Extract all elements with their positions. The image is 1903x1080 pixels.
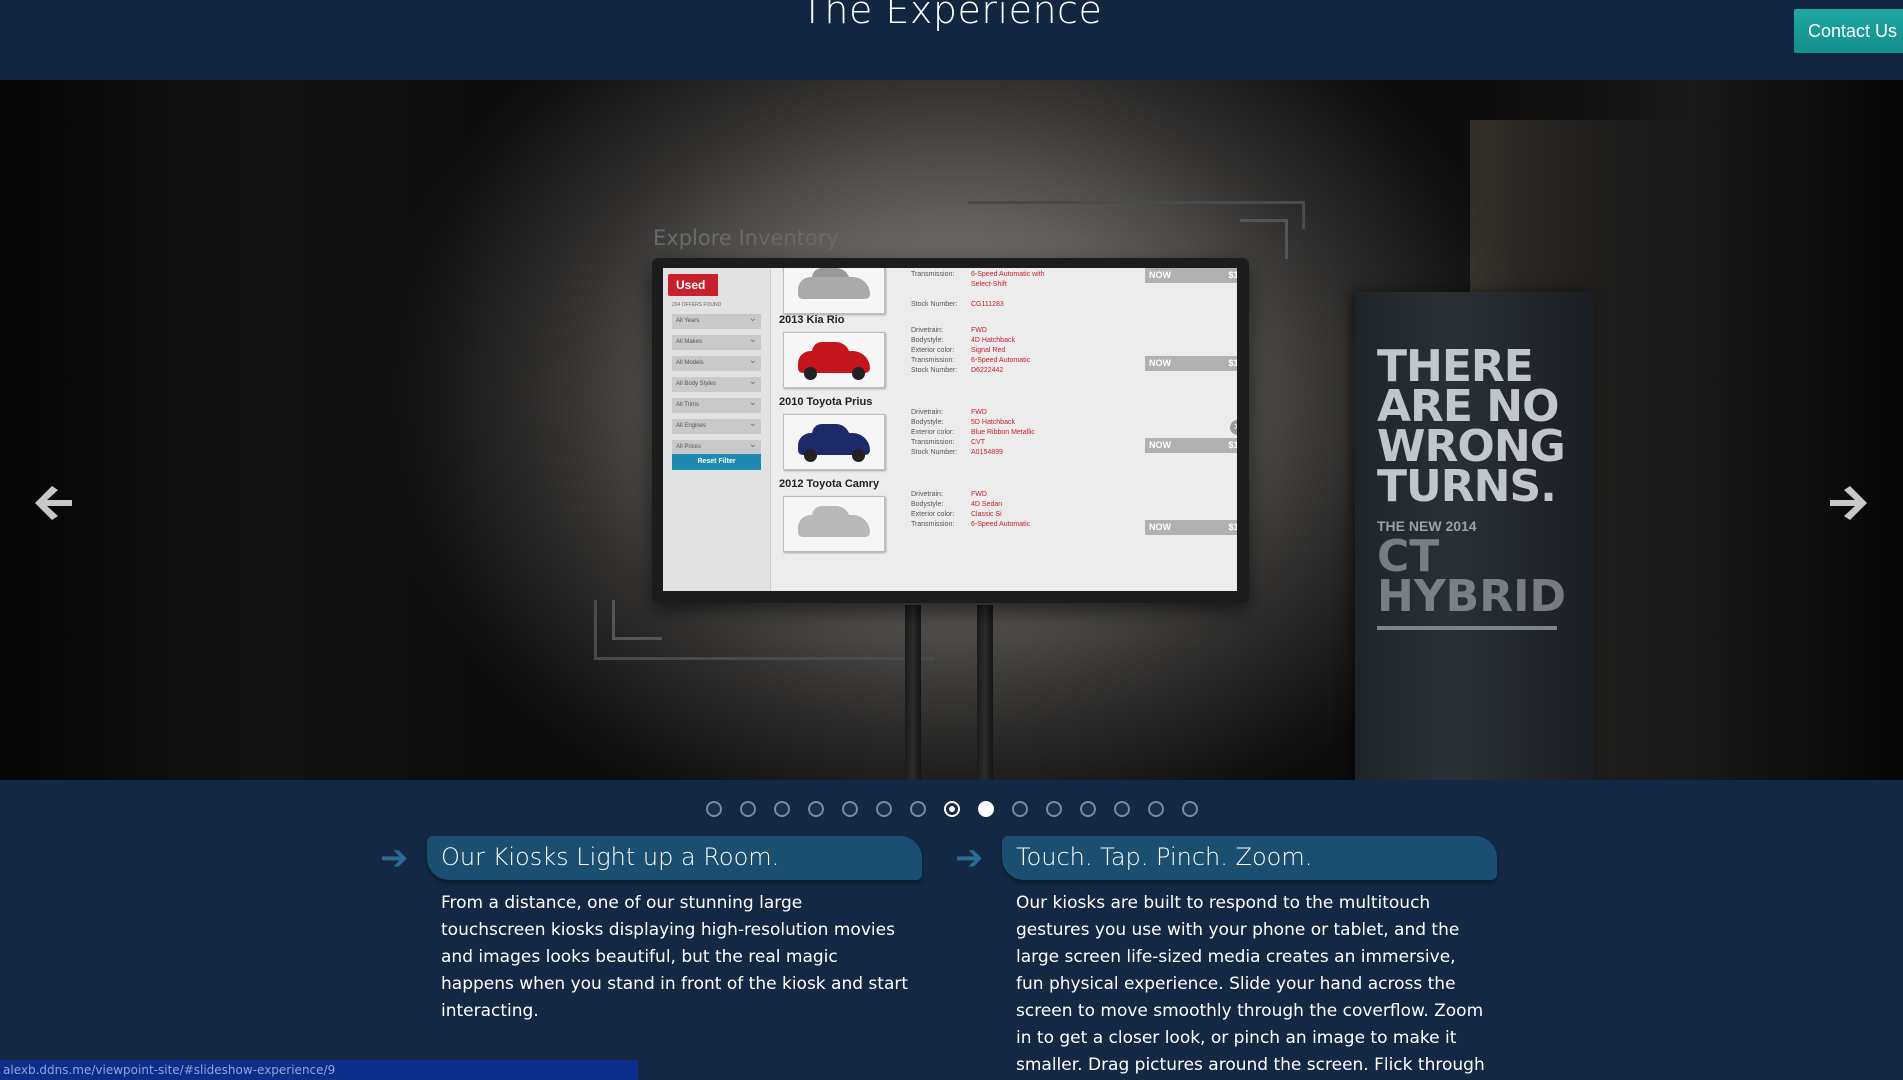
- column-heading: Touch. Tap. Pinch. Zoom.: [1016, 843, 1313, 871]
- kiosk-screen: Used 204 OFFERS FOUND All Years All Make…: [663, 268, 1237, 591]
- vehicle-name: 2012 Toyota Camry: [779, 478, 880, 490]
- slide-dot-6[interactable]: [875, 801, 892, 817]
- slide-dot-5[interactable]: [841, 801, 858, 817]
- filter-trims: All Trims: [672, 395, 761, 413]
- status-bar-url: alexb.ddns.me/viewpoint-site/#slideshow-…: [0, 1060, 638, 1080]
- vehicle-specs: Transmission: 6-Speed Automatic with Sele…: [911, 271, 1045, 308]
- vehicle-name: 2013 Kia Rio: [779, 314, 845, 326]
- used-tag: Used: [668, 274, 718, 296]
- offers-found: 204 OFFERS FOUND: [672, 302, 722, 308]
- slide-dot-12[interactable]: [1079, 801, 1096, 817]
- page-title: The Experience: [800, 0, 1103, 32]
- slide-dot-2[interactable]: [739, 801, 756, 817]
- filter-engines: All Engines: [672, 416, 761, 434]
- arrow-right-icon: ➔: [380, 839, 409, 877]
- vehicle-price: NOW $15,995: [1145, 438, 1237, 453]
- vehicle-photo: [783, 332, 885, 388]
- banner-rule: [1377, 626, 1557, 630]
- vehicle-name: 2010 Toyota Prius: [779, 396, 873, 408]
- filter-makes: All Makes: [672, 332, 761, 350]
- bracket-decoration: [1240, 219, 1288, 259]
- banner-headline: THERE ARE NO WRONG TURNS.: [1377, 341, 1566, 512]
- arrow-right-icon: ➔: [955, 839, 984, 877]
- slide-dot-7[interactable]: [909, 801, 926, 817]
- slideshow: Explore Inventory Used 204 OFFERS FOUND …: [0, 80, 1903, 780]
- bracket-decoration: [612, 600, 662, 640]
- slideshow-pagination: [0, 801, 1903, 817]
- column-heading-bar: Touch. Tap. Pinch. Zoom.: [1002, 836, 1497, 880]
- vehicle-listing-partial: Transmission: 6-Speed Automatic with Sele…: [779, 268, 1237, 320]
- vehicle-specs: Drivetrain: FWD Bodystyle: 5D Hatchback Ex…: [911, 409, 1035, 456]
- vehicle-photo: [783, 268, 885, 314]
- explore-inventory-label: Explore Inventory: [653, 226, 839, 250]
- filter-years: All Years: [672, 311, 761, 329]
- promo-banner: THERE ARE NO WRONG TURNS. THE NEW 2014 C…: [1355, 292, 1595, 780]
- vehicle-price: NOW $17,995: [1145, 268, 1237, 283]
- slide-dot-1[interactable]: [705, 801, 722, 817]
- kiosk-filter-sidebar: Used 204 OFFERS FOUND All Years All Make…: [663, 268, 771, 591]
- vehicle-listing: 2012 Toyota Camry Drivetrain: FWD Bodysty…: [779, 478, 1237, 578]
- slide-dot-3[interactable]: [773, 801, 790, 817]
- vehicle-price: NOW $13,995: [1145, 356, 1237, 371]
- vehicle-photo: [783, 414, 885, 470]
- column-heading-bar: Our Kiosks Light up a Room.: [427, 836, 922, 880]
- vehicle-specs: Drivetrain: FWD Bodystyle: 4D Hatchback Ex…: [911, 327, 1031, 374]
- kiosk-monitor: Used 204 OFFERS FOUND All Years All Make…: [652, 258, 1249, 603]
- vehicle-specs: Drivetrain: FWD Bodystyle: 4D Sedan Exteri…: [911, 491, 1031, 528]
- arrow-left-icon[interactable]: [30, 480, 76, 526]
- banner-model: CT HYBRID: [1377, 531, 1566, 622]
- slide-dot-13[interactable]: [1113, 801, 1130, 817]
- slide-dot-15[interactable]: [1181, 801, 1198, 817]
- column-body: Our kiosks are built to respond to the m…: [1016, 893, 1485, 1075]
- reset-filter-button: Reset Filter: [672, 454, 761, 470]
- arrow-right-icon[interactable]: [1826, 480, 1872, 526]
- header: The Experience Contact Us: [0, 0, 1903, 80]
- slide-dot-10[interactable]: [1011, 801, 1028, 817]
- slide-shadow-left: [0, 80, 480, 780]
- column-heading: Our Kiosks Light up a Room.: [441, 843, 780, 871]
- filter-body-styles: All Body Styles: [672, 374, 761, 392]
- slide-dot-11[interactable]: [1045, 801, 1062, 817]
- slide-dot-4[interactable]: [807, 801, 824, 817]
- filter-models: All Models: [672, 353, 761, 371]
- contact-us-button[interactable]: Contact Us: [1794, 9, 1903, 53]
- slide-dot-14[interactable]: [1147, 801, 1164, 817]
- kiosk-stand-leg: [905, 605, 921, 780]
- vehicle-photo: [783, 496, 885, 552]
- slide-dot-8[interactable]: [943, 801, 960, 817]
- filter-prices: All Prices: [672, 437, 761, 455]
- column-body: From a distance, one of our stunning lar…: [441, 893, 909, 1021]
- slide-dot-9[interactable]: [977, 801, 994, 817]
- vehicle-price: NOW $18,995: [1145, 520, 1237, 535]
- kiosk-stand-leg: [977, 605, 993, 780]
